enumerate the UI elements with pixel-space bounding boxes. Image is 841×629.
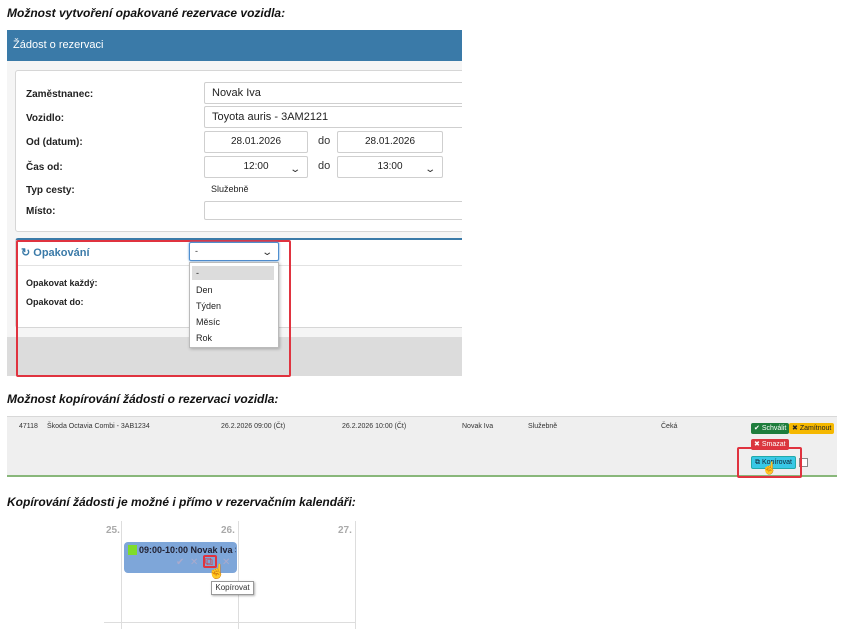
panel-title: Žádost o rezervaci [7,30,462,61]
request-employee: Novak Iva [462,423,494,430]
time-from-value: 12:00 [243,161,269,172]
request-vehicle: Škoda Octavia Combi - 3AB1234 [47,423,150,430]
request-trip-type: Služebně [528,423,558,430]
chevron-down-icon: ⌄ [423,164,436,175]
repeat-options-dropdown: - Den Týden Měsíc Rok [189,262,279,348]
request-status: Čeká [661,423,678,430]
event-label: 09:00-10:00 Novak Iva Sl [139,545,236,555]
request-row-panel: 47118 Škoda Octavia Combi - 3AB1234 26.2… [7,416,837,477]
time-to-select[interactable]: 13:00 ⌄ [337,156,443,178]
date-separator: do [318,135,331,147]
reject-button[interactable]: ✖ Zamítnout [789,423,835,434]
day-26[interactable]: 26. [221,525,235,536]
chevron-down-icon: ⌄ [260,247,273,258]
option-highlight [192,266,274,280]
option-year[interactable]: Rok [196,333,212,343]
employee-field[interactable]: Novak Iva [204,82,462,104]
employee-label: Zaměstnanec: [26,89,94,100]
calendar-grid-line [104,622,356,623]
request-from: 26.2.2026 09:00 (Čt) [221,423,286,430]
day-25[interactable]: 25. [106,525,120,536]
option-month[interactable]: Měsíc [196,317,220,327]
event-marker [128,545,137,555]
close-icon[interactable]: ✕ [190,557,198,568]
section2-heading: Možnost kopírování žádosti o rezervaci v… [7,392,279,406]
option-week[interactable]: Týden [196,301,221,311]
section3-heading: Kopírování žádosti je možné i přímo v re… [7,495,356,509]
vehicle-label: Vozidlo: [26,113,65,124]
calendar-grid-line [238,521,239,629]
section1-heading: Možnost vytvoření opakované rezervace vo… [7,6,286,20]
vehicle-field[interactable]: Toyota auris - 3AM2121 [204,106,462,128]
option-day[interactable]: Den [196,285,213,295]
date-from-label: Od (datum): [26,137,83,148]
reservation-form-card: Zaměstnanec: Novak Iva Vozidlo: Toyota a… [15,70,462,232]
request-to: 26.2.2026 10:00 (Čt) [342,423,407,430]
check-icon: ✔ [754,425,760,432]
reject-label: Zamítnout [799,425,832,432]
calendar-grid-line [355,521,356,629]
repeat-every-value: - [195,246,198,256]
time-separator: do [318,160,331,172]
time-from-label: Čas od: [26,162,63,173]
request-id: 47118 [19,423,38,430]
close-icon: ✖ [792,425,798,432]
time-to-value: 13:00 [377,161,403,172]
place-label: Místo: [26,206,56,217]
calendar-grid-line [121,521,122,629]
approve-button[interactable]: ✔ Schválit [751,423,790,434]
time-from-select[interactable]: 12:00 ⌄ [204,156,308,178]
date-from-input[interactable]: 28.01.2026 [204,131,308,153]
repeat-every-select[interactable]: - ⌄ [189,242,279,261]
trip-type-value[interactable]: Služebně [211,184,249,194]
check-icon[interactable]: ✔ [176,557,184,568]
trip-type-label: Typ cesty: [26,185,75,196]
hand-cursor-icon: ☝ [208,563,226,579]
chevron-down-icon: ⌄ [288,164,301,175]
date-to-input[interactable]: 28.01.2026 [337,131,443,153]
option-none[interactable]: - [196,268,199,278]
day-27[interactable]: 27. [338,525,352,536]
approve-label: Schválit [761,425,787,432]
place-input[interactable] [204,201,462,220]
copy-tooltip: Kopírovat [211,581,254,595]
copy-highlight-box [737,447,802,478]
